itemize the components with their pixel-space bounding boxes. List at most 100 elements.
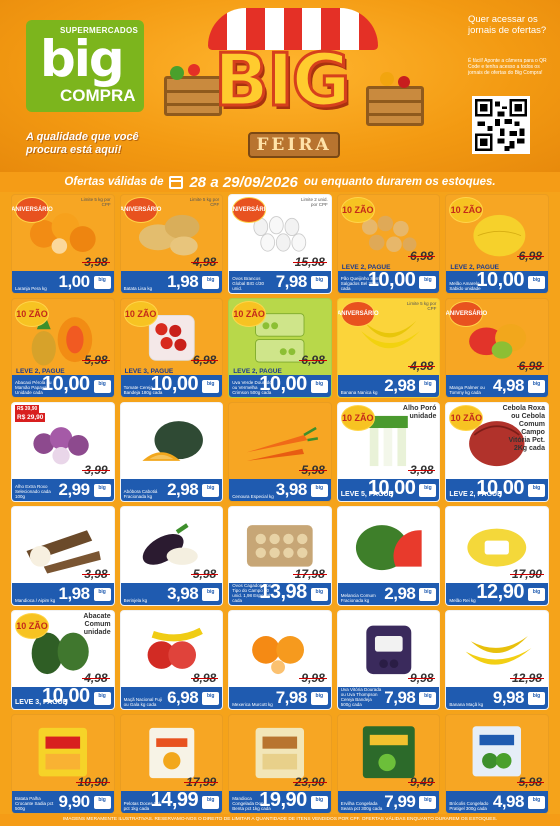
price-bar: Melão Rei kg 12,90 big <box>446 581 548 605</box>
old-price: 5,98 <box>299 463 328 477</box>
product-card[interactable]: 10 ZÃO Abacate Comum unidade 4,98 LEVE 3, P… <box>11 610 115 710</box>
product-card[interactable]: 3,98 Mandioca / Aipim kg 1,98 big <box>11 506 115 606</box>
price: 7,98 <box>275 272 308 291</box>
product-card[interactable]: ANIVERSÁRIO Limite 5 kg por CPF 4,98 Banana… <box>336 298 441 398</box>
price-bar: Banana Maçã kg 9,98 big <box>446 687 548 709</box>
product-card[interactable]: 10 ZÃO 6,98 LEVE 2, PAGUE Pão Queijinho Som… <box>336 194 441 294</box>
feira-sign: FEIRA <box>248 132 340 158</box>
promo-badge: 10 ZÃO <box>123 301 158 327</box>
price-bar: Laranja Pera kg 1,00 big <box>12 271 114 293</box>
product-card[interactable]: 9,98 Uva Vitória Dourada ou Uva Thompson … <box>336 610 441 710</box>
price: 10,00 <box>42 685 90 707</box>
validity-bar: Ofertas válidas de 28 a 29/09/2026 ou en… <box>0 172 560 192</box>
product-card[interactable]: ANIVERSÁRIO 6,98 Manga Palmer ou Tommy kg … <box>445 298 549 398</box>
price-bar: Melão Amarelo Sabido unidade 10,00 big <box>446 269 548 293</box>
old-price: 5,98 <box>190 567 219 581</box>
big-card-icon: big <box>527 380 545 393</box>
price-bar: Banana Nanica kg 2,98 big <box>337 375 440 397</box>
product-name: Banana Nanica kg <box>340 390 378 395</box>
old-price: 5,98 <box>82 353 110 367</box>
product-card[interactable]: 17,98 Ovos Cagados Box Tipo do Campo 30 u… <box>228 506 332 606</box>
product-card[interactable]: 17,90 Melão Rei kg 12,90 big <box>445 506 549 606</box>
old-price: 6,98 <box>516 359 545 373</box>
product-card[interactable]: 10 ZÃO 6,98 LEVE 2, PAGUE Melão Amarelo Sab… <box>445 194 549 294</box>
price-bar: Uva Verde Dourado ou Vermelha Crimson 50… <box>229 373 331 397</box>
price: 9,98 <box>492 688 525 707</box>
product-card[interactable]: 23,90 Mandioca Congelada Dona Benta pct 1… <box>228 714 332 814</box>
price-bar: Melancia Comum Fracionada kg 2,98 big <box>337 583 440 605</box>
product-card[interactable]: ANIVERSÁRIO Limite 2 unid. por CPF 15,98 Ov… <box>228 194 332 294</box>
big-card-icon: big <box>310 276 328 289</box>
big-card-icon: big <box>310 692 328 705</box>
product-card[interactable]: 9,98 Mexerica Murcott kg 7,98 big <box>228 610 332 710</box>
logo-compra: COMPRA <box>60 86 136 105</box>
promo-badge: 10 ZÃO <box>340 197 375 223</box>
price: 12,90 <box>476 581 524 603</box>
product-card[interactable]: 9,49 Ervilha Congelada Seara pct 300g cad… <box>336 714 441 814</box>
big-compra-logo[interactable]: SUPERMERCADOS big COMPRA <box>26 20 144 112</box>
old-price: 5,98 <box>516 775 545 789</box>
price: 3,98 <box>275 480 308 499</box>
validity-prefix: Ofertas válidas de <box>64 176 164 188</box>
price: 7,99 <box>384 792 416 811</box>
product-card[interactable]: 10 ZÃO Cebola Roxa ou Cebola Comum Campo … <box>445 402 549 502</box>
product-card[interactable]: 5,98 Berinjela kg 3,98 big <box>119 506 224 606</box>
big-title: BIG <box>213 38 353 122</box>
disclaimer: IMAGENS MERAMENTE ILUSTRATIVAS. RESERVAM… <box>0 814 560 826</box>
big-card-icon: big <box>202 796 220 809</box>
product-name: Batata Lisa kg <box>123 286 153 291</box>
promo-badge: 10 ZÃO <box>340 405 375 431</box>
price: 2,99 <box>58 480 91 499</box>
product-card[interactable]: 10 ZÃO 6,98 LEVE 3, PAGUE Tomate Cereja Ban… <box>119 298 224 398</box>
price: 3,98 <box>167 584 199 603</box>
price: 6,98 <box>167 688 199 707</box>
product-card[interactable]: ANIVERSÁRIO Limite 5 kg por CPF 3,98 Laranj… <box>11 194 115 294</box>
old-price: 9,49 <box>407 775 436 789</box>
product-card[interactable]: Melancia Comum Fracionada kg 2,98 big <box>336 506 441 606</box>
product-card[interactable]: 10 ZÃO 5,98 LEVE 2, PAGUE Abacaxi Pérola ou… <box>11 298 115 398</box>
price: 19,90 <box>259 789 307 811</box>
price: 2,98 <box>384 584 416 603</box>
product-card[interactable]: Abóbora Cabotiá Fracionada kg 2,98 big <box>119 402 224 502</box>
promo-badge: 10 ZÃO <box>15 613 49 639</box>
old-price: 17,98 <box>292 567 327 581</box>
product-side-label: Cebola Roxa ou Cebola Comum Campo Vitóri… <box>502 405 545 452</box>
old-price: 4,98 <box>82 671 110 685</box>
product-card[interactable]: 10 ZÃO Alho Poró unidade 3,98 LEVE 5, PAGUE… <box>336 402 441 502</box>
price-bar: Batata Palha Crocante Sadia pct 500g 9,90… <box>12 791 114 813</box>
product-card[interactable]: R$ 39,90 R$ 29,90 3,99 Alho Extra Roxo Sele… <box>11 402 115 502</box>
big-card-icon: big <box>310 588 328 601</box>
product-card[interactable]: 8,98 Maçã Nacional Fuji ou Gala kg cada 6,… <box>119 610 224 710</box>
product-card[interactable]: 17,99 Pelotas Doces Sol pct 1kg cada 14,99… <box>119 714 224 814</box>
price-bar: Abóbora Cabotiá Fracionada kg 2,98 big <box>120 479 223 501</box>
old-price: 6,98 <box>516 249 545 263</box>
big-card-icon: big <box>527 692 545 705</box>
promo-badge: ANIVERSÁRIO <box>338 301 379 327</box>
price-bar: Abacaxi Pérola ou Mamão Papaya Unidade c… <box>12 373 114 397</box>
product-name: Uva Vitória Dourada ou Uva Thompson Cere… <box>340 687 382 707</box>
old-price: 3,98 <box>82 567 110 581</box>
product-card[interactable]: 5,98 Cenoura Especial kg 3,98 big <box>228 402 332 502</box>
price: 1,98 <box>58 584 91 603</box>
qr-code-icon[interactable] <box>472 96 530 154</box>
product-card[interactable]: 5,98 Brócolis Congelado Pratigel 300g cad… <box>445 714 549 814</box>
old-price: 15,98 <box>292 255 327 269</box>
price: 14,99 <box>150 789 199 811</box>
qr-title: Quer acessar os jornais de ofertas? <box>468 14 547 36</box>
price: 4,98 <box>492 376 525 395</box>
product-card[interactable]: 10,90 Batata Palha Crocante Sadia pct 500… <box>11 714 115 814</box>
product-card[interactable]: 12,98 Banana Maçã kg 9,98 big <box>445 610 549 710</box>
price: 10,00 <box>367 477 416 499</box>
validity-suffix: ou enquanto durarem os estoques. <box>303 176 496 188</box>
product-card[interactable]: 10 ZÃO 6,98 LEVE 2, PAGUE Uva Verde Dourado… <box>228 298 332 398</box>
product-card[interactable]: ANIVERSÁRIO Limite 5 kg por CPF 4,98 Batata… <box>119 194 224 294</box>
big-card-icon: big <box>419 692 437 705</box>
price-bar: LEVE 3, PAGUE 10,00 big <box>12 685 114 709</box>
slogan: A qualidade que você procura está aqui! <box>26 131 139 156</box>
big-card-icon: big <box>419 796 437 809</box>
price-bar: Berinjela kg 3,98 big <box>120 583 223 605</box>
product-side-label: Alho Poró unidade <box>402 405 437 420</box>
old-price: 9,98 <box>407 671 436 685</box>
big-card-icon: big <box>419 484 437 497</box>
price-bar: Manga Palmer ou Tommy kg cada 4,98 big <box>446 375 548 397</box>
